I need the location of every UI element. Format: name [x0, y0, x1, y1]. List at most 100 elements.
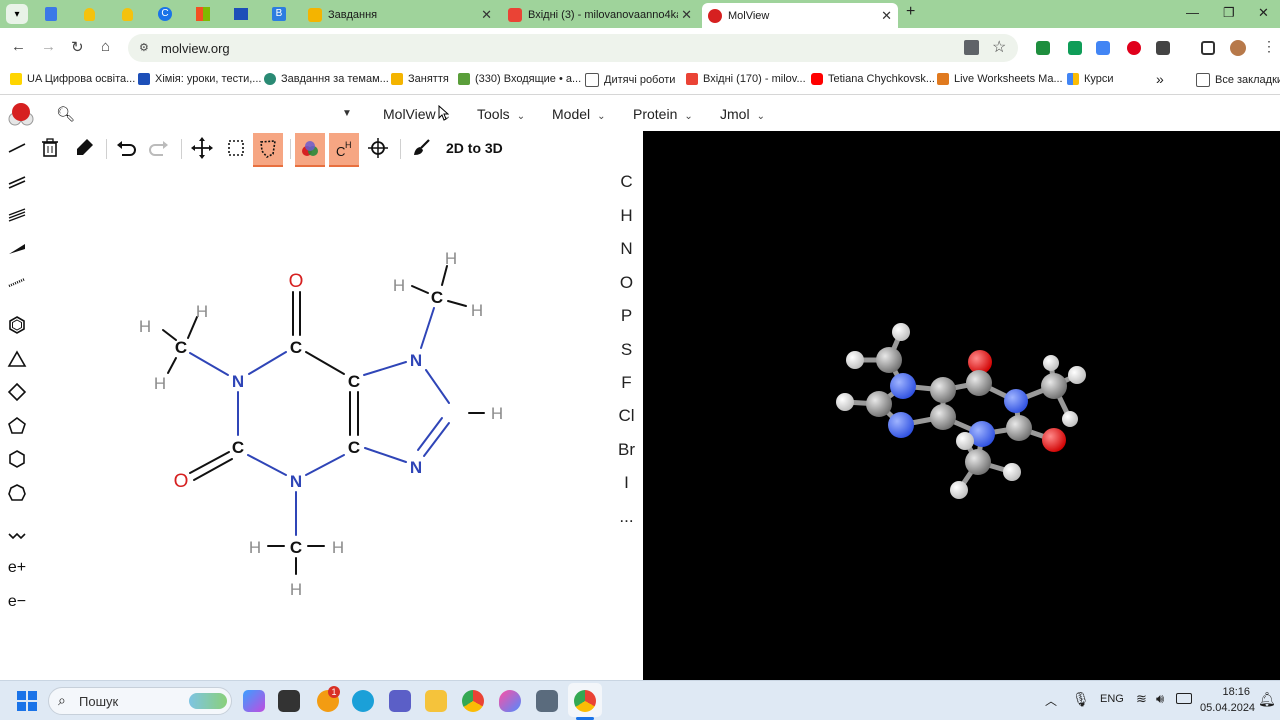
volume-icon[interactable]: 🔊︎: [1156, 691, 1164, 707]
atom-hydrogen[interactable]: H: [332, 538, 344, 557]
atom-nitrogen[interactable]: N: [410, 351, 422, 370]
clock-time[interactable]: 18:16: [1222, 686, 1250, 698]
bookmark-item[interactable]: Курси: [1067, 73, 1114, 85]
charge-plus-button[interactable]: e+: [6, 557, 28, 579]
rect-select-icon[interactable]: [221, 133, 251, 163]
atom-oxygen[interactable]: O: [289, 271, 304, 292]
element-i-button[interactable]: I: [610, 473, 643, 493]
atom-hydrogen[interactable]: H: [139, 317, 151, 336]
restore-button[interactable]: ❐: [1223, 5, 1235, 21]
tab-search-button[interactable]: ▾: [6, 4, 28, 24]
menu-model[interactable]: Model ⌄: [552, 106, 606, 122]
search-dropdown-icon[interactable]: ▼: [342, 108, 352, 119]
site-info-icon[interactable]: ⚙: [139, 41, 149, 54]
atom-oxygen[interactable]: O: [174, 471, 189, 492]
atom-hydrogen[interactable]: H: [491, 404, 503, 423]
redo-icon[interactable]: [144, 133, 174, 163]
element-s-button[interactable]: S: [610, 340, 643, 360]
edge-icon[interactable]: [352, 690, 374, 712]
minimize-button[interactable]: —: [1186, 5, 1199, 20]
double-bond-icon[interactable]: [6, 171, 28, 193]
sketch-canvas[interactable]: O H H H C C N N C C C C H N H H H O N H …: [34, 167, 610, 680]
pinned-tab-keep-1[interactable]: [78, 4, 100, 24]
element-p-button[interactable]: P: [610, 306, 643, 326]
bookmark-item[interactable]: Завдання за темам...: [264, 73, 389, 85]
tab-molview[interactable]: MolView ✕: [702, 3, 898, 28]
3d-viewer-canvas[interactable]: [643, 131, 1280, 680]
pinned-tab-c[interactable]: C: [154, 4, 176, 24]
atom-hydrogen[interactable]: H: [445, 249, 457, 268]
teams-icon[interactable]: [389, 690, 411, 712]
element-h-button[interactable]: H: [610, 206, 643, 226]
url-input[interactable]: ⚙ molview.org ☆: [128, 34, 1018, 62]
back-arrow-icon[interactable]: ←: [11, 38, 26, 55]
wedge-bond-icon[interactable]: [6, 238, 28, 260]
cyclopropane-icon[interactable]: [6, 348, 28, 370]
skeletal-mode-icon[interactable]: CH: [329, 133, 359, 167]
atom-hydrogen[interactable]: H: [471, 301, 483, 320]
calculator-icon[interactable]: [536, 690, 558, 712]
atom-carbon[interactable]: C: [232, 438, 244, 457]
pinned-tab-docs[interactable]: [40, 4, 62, 24]
copilot-icon[interactable]: [243, 690, 265, 712]
tab-assignments[interactable]: Завдання ✕: [302, 3, 498, 26]
close-icon[interactable]: ✕: [681, 7, 692, 23]
extension-icon[interactable]: [1036, 41, 1050, 55]
atom-carbon[interactable]: C: [175, 338, 187, 357]
paint-icon[interactable]: [499, 690, 521, 712]
center-icon[interactable]: [363, 133, 393, 163]
bookmark-item[interactable]: Tetiana Chychkovsk...: [811, 73, 935, 85]
taskbar-search-input[interactable]: ⌕ Пошук: [48, 687, 232, 715]
atom-carbon[interactable]: C: [290, 338, 302, 357]
battery-icon[interactable]: [1176, 693, 1192, 704]
home-icon[interactable]: ⌂: [101, 38, 110, 55]
search-icon[interactable]: 🔍︎: [56, 105, 75, 123]
extension-icon[interactable]: [1068, 41, 1082, 55]
file-explorer-icon[interactable]: [425, 690, 447, 712]
atom-nitrogen[interactable]: N: [410, 458, 422, 477]
close-window-button[interactable]: ✕: [1258, 5, 1269, 21]
trash-icon[interactable]: [35, 133, 65, 163]
translate-icon[interactable]: [964, 40, 979, 55]
element-o-button[interactable]: O: [610, 273, 643, 293]
atom-carbon[interactable]: C: [431, 288, 443, 307]
element-br-button[interactable]: Br: [610, 440, 643, 460]
move-icon[interactable]: [187, 133, 217, 163]
element-c-button[interactable]: C: [610, 172, 643, 192]
2d-to-3d-button[interactable]: 2D to 3D: [446, 140, 503, 156]
close-icon[interactable]: ✕: [481, 7, 492, 23]
forward-arrow-icon[interactable]: →: [41, 38, 56, 55]
reload-icon[interactable]: ↻: [71, 38, 84, 56]
chain-icon[interactable]: [6, 524, 28, 546]
atom-hydrogen[interactable]: H: [290, 580, 302, 599]
chrome-icon[interactable]: [574, 690, 596, 712]
hash-bond-icon[interactable]: [6, 271, 28, 293]
cyclopentane-icon[interactable]: [6, 415, 28, 437]
atom-carbon[interactable]: C: [290, 538, 302, 557]
bookmark-item[interactable]: Заняття: [391, 73, 449, 85]
atom-hydrogen[interactable]: H: [154, 374, 166, 393]
bookmark-item[interactable]: (330) Входящие • а...: [458, 73, 581, 85]
atom-hydrogen[interactable]: H: [196, 302, 208, 321]
cyclobutane-icon[interactable]: [6, 381, 28, 403]
clean-brush-icon[interactable]: [407, 133, 437, 163]
search-input[interactable]: [80, 101, 356, 127]
bookmark-item[interactable]: Вхідні (170) - milov...: [686, 73, 806, 85]
bookmark-item[interactable]: UA Цифрова освіта...: [10, 73, 135, 85]
molview-logo-icon[interactable]: [6, 100, 34, 128]
benzene-icon[interactable]: [6, 314, 28, 336]
menu-tools[interactable]: Tools ⌄: [477, 106, 525, 122]
opera-icon[interactable]: [1127, 41, 1141, 55]
cycloheptane-icon[interactable]: [6, 482, 28, 504]
extension-icon[interactable]: [1096, 41, 1110, 55]
menu-protein[interactable]: Protein ⌄: [633, 106, 693, 122]
avatar[interactable]: [1230, 40, 1246, 56]
kebab-menu-icon[interactable]: ⋮: [1262, 38, 1276, 55]
language-indicator[interactable]: ENG: [1100, 693, 1124, 705]
atom-hydrogen[interactable]: H: [393, 276, 405, 295]
pinned-tab-office[interactable]: [192, 4, 214, 24]
all-bookmarks-folder[interactable]: Все закладки: [1196, 73, 1280, 87]
atom-carbon[interactable]: C: [348, 372, 360, 391]
lasso-select-icon[interactable]: [253, 133, 283, 167]
chevron-up-icon[interactable]: ︿: [1045, 692, 1057, 709]
